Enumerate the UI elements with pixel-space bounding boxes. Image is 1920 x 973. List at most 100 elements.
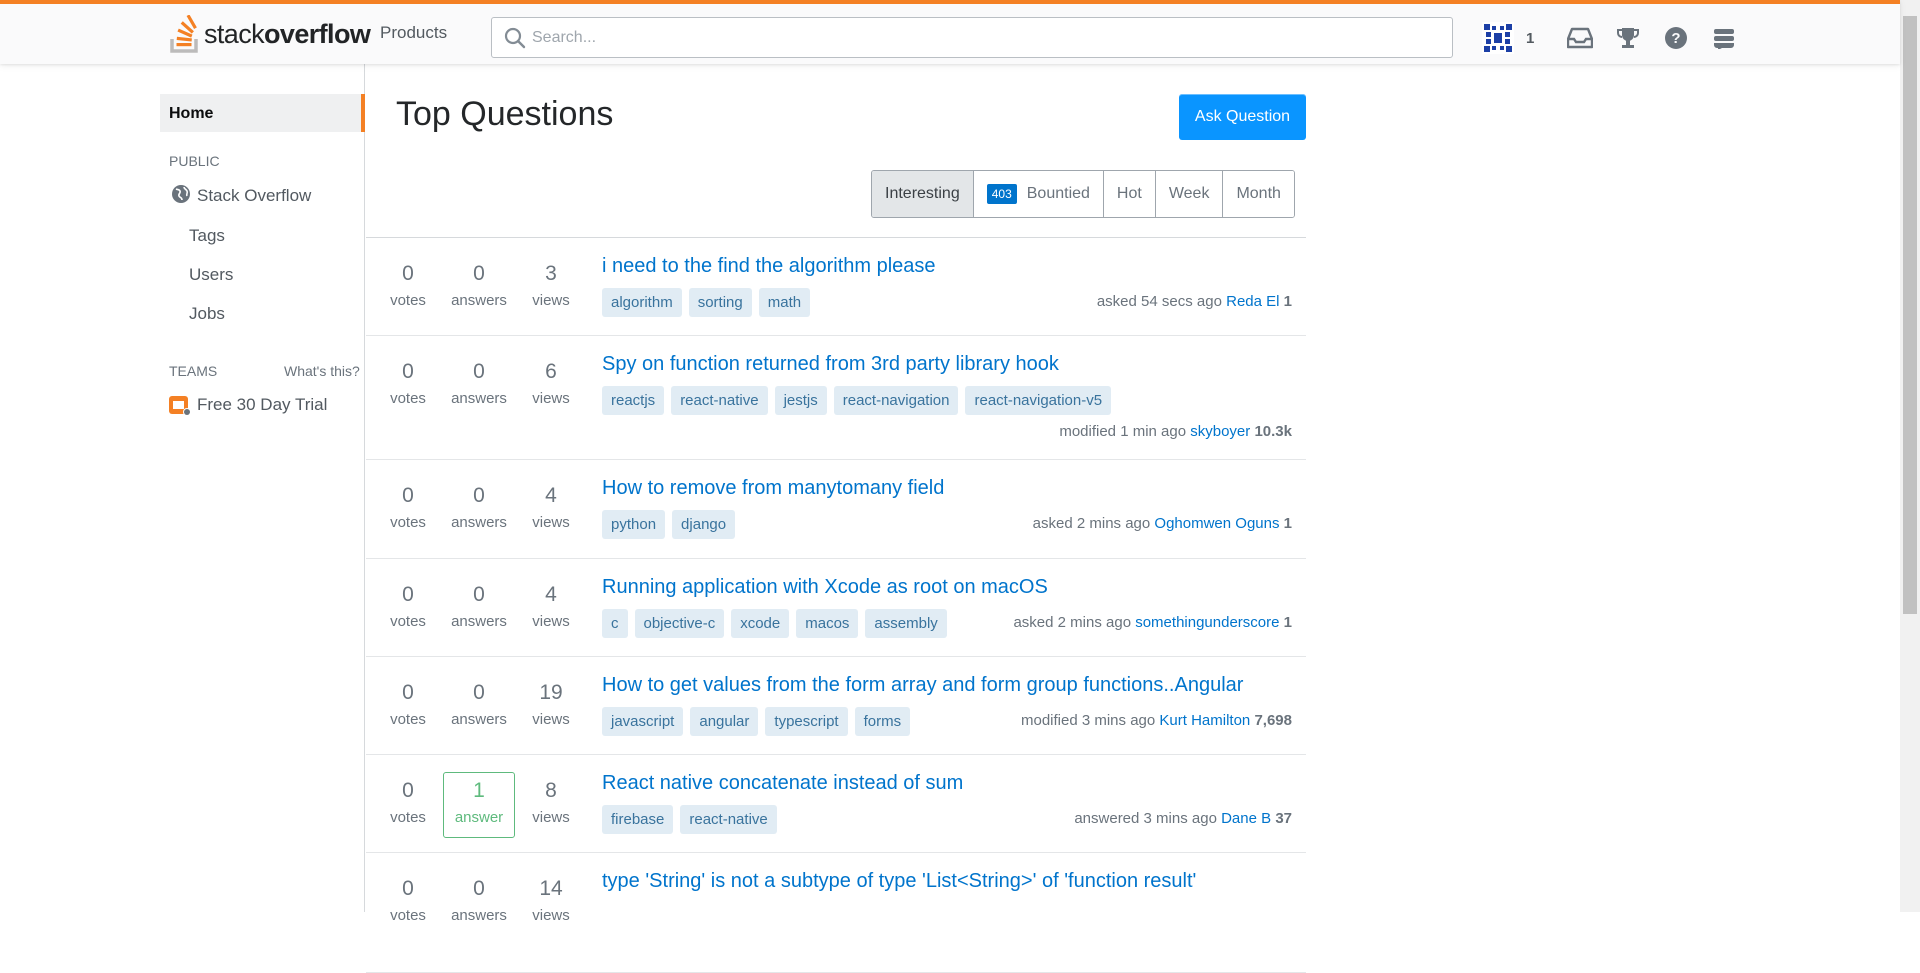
question-meta: modified 1 min ago skyboyer 10.3k xyxy=(1059,423,1292,440)
tag-link[interactable]: assembly xyxy=(865,609,947,638)
view-count-number: 8 xyxy=(545,779,557,802)
question-tags: python django xyxy=(602,510,736,539)
vote-count: 0 votes xyxy=(372,583,444,630)
vote-count-number: 0 xyxy=(402,360,414,383)
nav-jobs[interactable]: Jobs xyxy=(189,304,225,324)
answer-count: 0 answers xyxy=(443,583,515,630)
question-title-link[interactable]: type 'String' is not a subtype of type '… xyxy=(602,870,1196,893)
tag-link[interactable]: objective-c xyxy=(634,609,725,638)
tag-link[interactable]: react-native xyxy=(671,386,768,415)
inbox-button[interactable] xyxy=(1556,18,1604,58)
answer-count-number: 0 xyxy=(473,583,485,606)
view-count: 19 views xyxy=(515,681,587,728)
question-title-link[interactable]: How to get values from the form array an… xyxy=(602,674,1243,697)
answer-count-number: 0 xyxy=(473,877,485,900)
tab-week[interactable]: Week xyxy=(1154,171,1223,217)
view-count-label: views xyxy=(532,907,570,924)
tag-link[interactable]: django xyxy=(672,510,736,539)
tab-bountied[interactable]: 403 Bountied xyxy=(972,171,1103,217)
tag-link[interactable]: macos xyxy=(796,609,859,638)
answer-count: 1 answer xyxy=(443,772,515,838)
tag-link[interactable]: react-native xyxy=(680,805,777,834)
avatar[interactable] xyxy=(1482,22,1514,54)
help-button[interactable]: ? xyxy=(1652,18,1700,58)
view-count-number: 6 xyxy=(545,360,557,383)
question-action-time: answered 3 mins ago xyxy=(1074,810,1217,827)
site-switcher-button[interactable] xyxy=(1700,18,1748,58)
nav-home[interactable]: Home xyxy=(160,94,365,132)
vote-count: 0 votes xyxy=(372,484,444,531)
tag-link[interactable]: react-navigation-v5 xyxy=(965,386,1112,415)
tag-link[interactable]: sorting xyxy=(688,288,752,317)
tag-link[interactable]: math xyxy=(758,288,811,317)
tag-link[interactable]: algorithm xyxy=(602,288,682,317)
view-count: 14 views xyxy=(515,877,587,924)
whats-this-link[interactable]: What's this? xyxy=(284,363,360,379)
question-title-link[interactable]: React native concatenate instead of sum xyxy=(602,772,963,795)
answer-count-number: 0 xyxy=(473,681,485,704)
logo-text: stackoverflow xyxy=(204,18,371,49)
vote-count-label: votes xyxy=(390,514,426,531)
tag-link[interactable]: javascript xyxy=(602,707,684,736)
products-menu[interactable]: Products xyxy=(380,23,447,43)
tag-link[interactable]: react-navigation xyxy=(833,386,959,415)
vote-count-number: 0 xyxy=(402,877,414,900)
user-link[interactable]: Reda El xyxy=(1226,293,1279,310)
answer-count-label: answers xyxy=(451,292,507,309)
question-action-time: asked 2 mins ago xyxy=(1013,614,1132,631)
user-link[interactable]: Oghomwen Oguns xyxy=(1154,515,1279,532)
question-tags: c objective-c xcode macos assembly xyxy=(602,609,947,638)
question-title-link[interactable]: i need to the find the algorithm please xyxy=(602,255,936,278)
tag-link[interactable]: forms xyxy=(854,707,911,736)
user-reputation: 1 xyxy=(1526,29,1535,47)
question-summary: 0 votes 0 answers 3 views i need to the find t… xyxy=(366,238,1306,336)
nav-tags[interactable]: Tags xyxy=(189,226,225,246)
question-summary: 0 votes 0 answers 19 views How to get values f… xyxy=(366,657,1306,755)
site-logo[interactable]: stackoverflow xyxy=(168,14,371,54)
question-title-link[interactable]: Spy on function returned from 3rd party … xyxy=(602,353,1059,376)
ask-question-button[interactable]: Ask Question xyxy=(1179,94,1306,140)
tab-hot[interactable]: Hot xyxy=(1102,171,1155,217)
search-input[interactable] xyxy=(532,18,1432,57)
tag-link[interactable]: jestjs xyxy=(774,386,827,415)
tag-link[interactable]: typescript xyxy=(765,707,848,736)
view-count-number: 14 xyxy=(539,877,563,900)
teams-briefcase-icon xyxy=(169,396,191,416)
answer-count-label: answer xyxy=(454,809,504,826)
user-reputation: 7,698 xyxy=(1254,712,1292,729)
achievements-button[interactable] xyxy=(1604,18,1652,58)
tag-link[interactable]: reactjs xyxy=(602,386,665,415)
search-box[interactable] xyxy=(491,17,1453,58)
question-meta: answered 3 mins ago Dane B 37 xyxy=(1074,810,1292,827)
public-label: PUBLIC xyxy=(169,153,220,169)
question-title-link[interactable]: How to remove from manytomany field xyxy=(602,477,944,500)
tag-link[interactable]: xcode xyxy=(731,609,790,638)
user-link[interactable]: skyboyer xyxy=(1190,423,1250,440)
nav-users[interactable]: Users xyxy=(189,265,233,285)
tab-interesting[interactable]: Interesting xyxy=(872,171,973,217)
nav-stack-overflow[interactable]: Stack Overflow xyxy=(197,186,311,206)
globe-icon xyxy=(172,185,190,203)
tag-link[interactable]: python xyxy=(602,510,666,539)
user-link[interactable]: somethingunderscore xyxy=(1135,614,1279,631)
answer-count-number: 0 xyxy=(473,484,485,507)
page-scrollbar[interactable] xyxy=(1900,0,1920,912)
answer-count: 0 answers xyxy=(443,484,515,531)
bounty-count-badge: 403 xyxy=(986,184,1017,204)
user-link[interactable]: Dane B xyxy=(1221,810,1271,827)
question-meta: modified 3 mins ago Kurt Hamilton 7,698 xyxy=(1021,712,1292,729)
top-bar: stackoverflow Products 1 xyxy=(0,0,1900,64)
tag-link[interactable]: angular xyxy=(690,707,759,736)
question-title-link[interactable]: Running application with Xcode as root o… xyxy=(602,576,1048,599)
tab-month[interactable]: Month xyxy=(1222,171,1294,217)
free-trial-link[interactable]: Free 30 Day Trial xyxy=(197,395,327,415)
question-action-time: asked 2 mins ago xyxy=(1032,515,1151,532)
trophy-icon xyxy=(1617,28,1640,48)
tag-link[interactable]: c xyxy=(602,609,628,638)
site-switcher-icon xyxy=(1714,29,1735,49)
user-link[interactable]: Kurt Hamilton xyxy=(1159,712,1250,729)
tag-link[interactable]: firebase xyxy=(602,805,674,834)
scrollbar-thumb[interactable] xyxy=(1903,16,1917,614)
view-count: 8 views xyxy=(515,779,587,826)
vote-count-number: 0 xyxy=(402,583,414,606)
